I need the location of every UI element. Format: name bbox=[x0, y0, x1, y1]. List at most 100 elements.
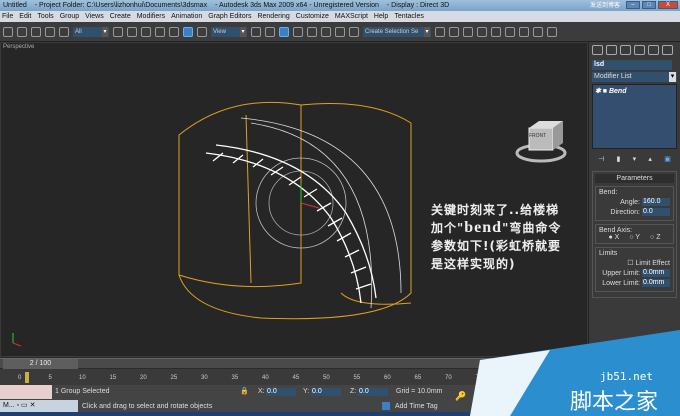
modifier-stack[interactable]: ✱ ■ Bend bbox=[592, 84, 677, 149]
menu-customize[interactable]: Customize bbox=[296, 11, 329, 22]
select-icon[interactable] bbox=[113, 26, 123, 37]
lock-icon[interactable]: 🔒 bbox=[240, 387, 249, 395]
rotate-icon[interactable] bbox=[183, 26, 193, 37]
bend-gizmo bbox=[240, 117, 402, 309]
layer-icon[interactable] bbox=[463, 26, 473, 37]
frame-tick: 25 bbox=[170, 375, 178, 381]
named-selection-dropdown[interactable]: Create Selection Se bbox=[363, 26, 431, 37]
key-icon[interactable]: 🔑 bbox=[455, 391, 466, 402]
undo-icon[interactable] bbox=[3, 26, 13, 37]
selection-filter-dropdown[interactable]: All bbox=[73, 26, 109, 37]
scale-icon[interactable] bbox=[197, 26, 207, 37]
pin-stack-icon[interactable]: ⊣ bbox=[598, 155, 604, 163]
menu-maxscript[interactable]: MAXScript bbox=[335, 11, 368, 22]
window-crossing-icon[interactable] bbox=[155, 26, 165, 37]
y-field[interactable]: 0.0 bbox=[311, 388, 341, 396]
axis-x-radio[interactable]: ● X bbox=[608, 234, 619, 241]
mirror-icon[interactable] bbox=[435, 26, 445, 37]
menu-rendering[interactable]: Rendering bbox=[257, 11, 289, 22]
menu-tools[interactable]: Tools bbox=[37, 11, 53, 22]
upper-limit-spinner[interactable]: 0.0mm bbox=[642, 269, 670, 277]
annotation-part: "弯曲命令 bbox=[502, 221, 562, 235]
menu-edit[interactable]: Edit bbox=[19, 11, 31, 22]
object-name-field[interactable]: lsd bbox=[592, 60, 672, 70]
show-end-result-icon[interactable]: ▮ bbox=[617, 155, 621, 163]
edit-named-sel-icon[interactable] bbox=[349, 26, 359, 37]
make-unique-icon[interactable]: ▾ bbox=[633, 155, 637, 163]
x-label: X: bbox=[258, 388, 265, 395]
spinner-snap-icon[interactable] bbox=[335, 26, 345, 37]
render-frame-icon[interactable] bbox=[533, 26, 543, 37]
frame-tick: 55 bbox=[353, 375, 361, 381]
x-field[interactable]: 0.0 bbox=[266, 388, 296, 396]
schematic-icon[interactable] bbox=[491, 26, 501, 37]
percent-snap-icon[interactable] bbox=[321, 26, 331, 37]
stack-item-bend[interactable]: ✱ ■ Bend bbox=[595, 87, 674, 95]
menu-tentacles[interactable]: Tentacles bbox=[394, 11, 424, 22]
checkbox-label: Limit Effect bbox=[635, 259, 671, 267]
redo-icon[interactable] bbox=[17, 26, 27, 37]
angle-spinner[interactable]: 160.0 bbox=[642, 198, 670, 206]
render-setup-icon[interactable] bbox=[519, 26, 529, 37]
close-button[interactable]: X bbox=[658, 1, 678, 9]
menu-graph-editors[interactable]: Graph Editors bbox=[208, 11, 251, 22]
rollout-header[interactable]: Parameters bbox=[595, 174, 674, 183]
link-icon[interactable] bbox=[31, 26, 41, 37]
direction-spinner[interactable]: 0.0 bbox=[642, 208, 670, 216]
time-tag-icon[interactable] bbox=[382, 402, 390, 410]
menu-group[interactable]: Group bbox=[60, 11, 79, 22]
align-icon[interactable] bbox=[449, 26, 459, 37]
viewcube-label[interactable]: FRONT bbox=[529, 133, 546, 139]
maxscript-listener[interactable] bbox=[0, 385, 52, 399]
keyboard-shortcut-icon[interactable] bbox=[279, 26, 289, 37]
axis-z-radio[interactable]: ○ Z bbox=[650, 234, 660, 241]
manipulate-icon[interactable] bbox=[265, 26, 275, 37]
configure-sets-icon[interactable]: ▣ bbox=[664, 155, 671, 163]
menu-help[interactable]: Help bbox=[374, 11, 388, 22]
time-slider-thumb[interactable]: 2 / 100 bbox=[3, 359, 78, 369]
remove-modifier-icon[interactable]: ▴ bbox=[648, 155, 652, 163]
unlink-icon[interactable] bbox=[45, 26, 55, 37]
pivot-icon[interactable] bbox=[251, 26, 261, 37]
create-tab-icon[interactable] bbox=[592, 45, 603, 55]
frame-tick: 20 bbox=[140, 375, 147, 381]
add-time-tag-button[interactable]: Add Time Tag bbox=[395, 403, 438, 410]
display-tab-icon[interactable] bbox=[648, 45, 659, 55]
angle-snap-icon[interactable] bbox=[307, 26, 317, 37]
menu-file[interactable]: File bbox=[2, 11, 13, 22]
maximize-button[interactable]: □ bbox=[642, 1, 656, 9]
lower-limit-spinner[interactable]: 0.0mm bbox=[642, 279, 670, 287]
menu-views[interactable]: Views bbox=[85, 11, 104, 22]
modify-tab-icon[interactable] bbox=[606, 45, 617, 55]
annotation-text: 关键时刻来了..给楼梯 加个"bend"弯曲命令 参数如下!(彩虹桥就要 是这样… bbox=[431, 201, 561, 273]
material-editor-icon[interactable] bbox=[505, 26, 515, 37]
limit-effect-checkbox[interactable]: ☐ Limit Effect bbox=[599, 259, 671, 268]
rect-selection-icon[interactable] bbox=[141, 26, 151, 37]
taskbar-button[interactable]: M... ▫ ▭ ✕ bbox=[0, 400, 78, 412]
snap-icon[interactable] bbox=[293, 26, 303, 37]
z-field[interactable]: 0.0 bbox=[358, 388, 388, 396]
ref-coord-dropdown[interactable]: View bbox=[211, 26, 247, 37]
menu-animation[interactable]: Animation bbox=[171, 11, 202, 22]
hierarchy-tab-icon[interactable] bbox=[620, 45, 631, 55]
utilities-tab-icon[interactable] bbox=[662, 45, 673, 55]
menu-modifiers[interactable]: Modifiers bbox=[137, 11, 165, 22]
bind-space-warp-icon[interactable] bbox=[59, 26, 69, 37]
motion-tab-icon[interactable] bbox=[634, 45, 645, 55]
move-icon[interactable] bbox=[169, 26, 179, 37]
frame-tick: 5 bbox=[48, 375, 52, 381]
frame-tick: 10 bbox=[79, 375, 86, 381]
axis-y-radio[interactable]: ○ Y bbox=[629, 234, 640, 241]
minimize-button[interactable]: – bbox=[626, 1, 640, 9]
upper-limit-label: Upper Limit: bbox=[602, 269, 640, 277]
current-frame-marker[interactable] bbox=[25, 372, 29, 383]
menu-create[interactable]: Create bbox=[110, 11, 131, 22]
frame-tick: 50 bbox=[323, 375, 330, 381]
perspective-viewport[interactable]: Perspective FRONT 关键时刻来了..给楼梯 加个"bend"弯曲… bbox=[0, 42, 588, 357]
curve-editor-icon[interactable] bbox=[477, 26, 487, 37]
modifier-list-dropdown[interactable]: Modifier List ▾ bbox=[592, 72, 677, 82]
frame-tick: 35 bbox=[231, 375, 239, 381]
quick-render-icon[interactable] bbox=[547, 26, 557, 37]
select-by-name-icon[interactable] bbox=[127, 26, 137, 37]
file-name: Untitled bbox=[3, 2, 27, 9]
